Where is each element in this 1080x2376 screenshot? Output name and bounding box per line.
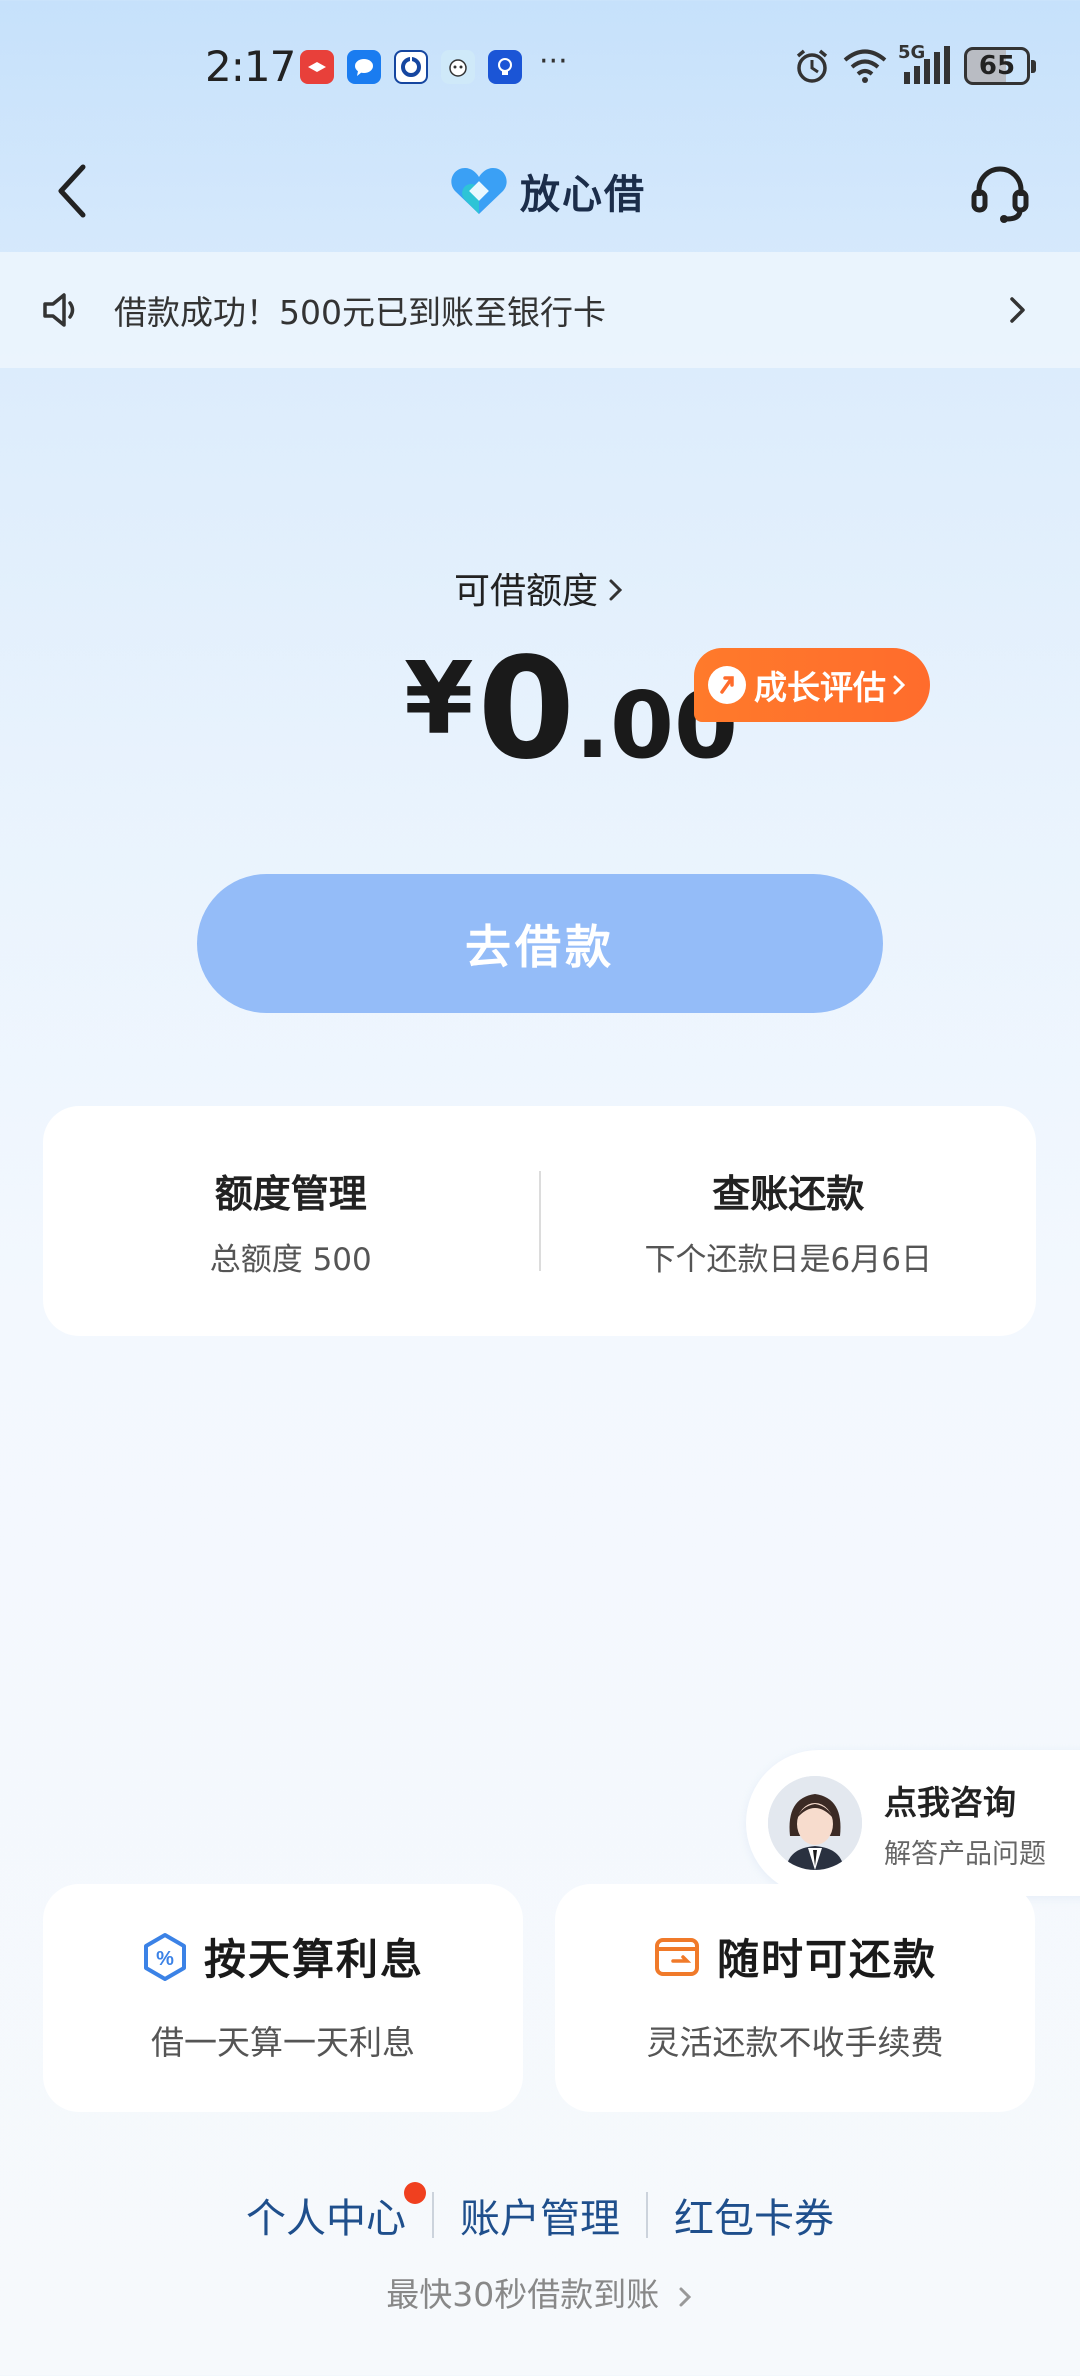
bank-app-icon (394, 50, 428, 84)
back-button[interactable] (38, 156, 108, 226)
agent-avatar (768, 1776, 862, 1870)
speaker-icon (43, 293, 75, 327)
message-app-icon (347, 50, 381, 84)
wallet-icon (654, 1937, 699, 1976)
notice-bar[interactable]: 借款成功！500元已到账至银行卡 (0, 252, 1080, 368)
chevron-right-icon (606, 573, 626, 614)
next-repayment-text: 下个还款日是6月6日 (644, 1242, 932, 1278)
amount-integer: 0 (477, 628, 576, 791)
battery-indicator: 65 (964, 47, 1036, 85)
growth-evaluation-label: 成长评估 (754, 668, 886, 707)
heart-logo-icon (451, 168, 507, 214)
svg-text:%: % (156, 1948, 174, 1970)
alarm-icon (796, 49, 828, 83)
chevron-right-icon (893, 675, 906, 695)
chevron-left-icon (58, 164, 86, 218)
more-notifications-icon: ··· (539, 43, 568, 79)
signal-icon: 5G (898, 42, 954, 86)
chevron-right-icon (679, 2287, 691, 2306)
available-limit-link[interactable]: 可借额度 (0, 562, 1080, 614)
personal-center-label: 个人中心 (246, 2196, 406, 2242)
personal-center-link[interactable]: 个人中心 (220, 2182, 432, 2244)
notification-icons: ··· (300, 44, 568, 84)
footer-tip-text: 最快30秒借款到账 (386, 2275, 660, 2314)
account-card: 额度管理 总额度 500 查账还款 下个还款日是6月6日 (43, 1106, 1036, 1336)
consult-button[interactable]: 点我咨询 解答产品问题 (746, 1750, 1080, 1896)
wifi-icon (843, 49, 887, 83)
header: 放心借 (0, 130, 1080, 252)
account-management-link[interactable]: 账户管理 (434, 2186, 646, 2244)
customer-service-button[interactable] (965, 158, 1035, 228)
brand-name: 放心借 (520, 172, 646, 218)
huawei-app-icon (300, 50, 334, 84)
limit-management-title: 额度管理 (214, 1172, 367, 1216)
feature-title: 按天算利息 (203, 1935, 424, 1984)
total-limit-text: 总额度 500 (209, 1242, 372, 1278)
notice-text: 借款成功！500元已到账至银行卡 (114, 293, 606, 332)
consult-subtitle: 解答产品问题 (884, 1838, 1046, 1870)
available-limit-label: 可借额度 (453, 571, 598, 612)
consult-text: 点我咨询 解答产品问题 (884, 1776, 1046, 1871)
system-icons: 5G 65 (792, 42, 1036, 86)
headset-icon (971, 166, 1029, 223)
borrow-button[interactable]: 去借款 (197, 874, 883, 1013)
repayment-entry[interactable]: 查账还款 下个还款日是6月6日 (541, 1163, 1037, 1279)
status-time: 2:17 (205, 42, 296, 91)
chevron-right-icon (1010, 297, 1025, 323)
footer-tip[interactable]: 最快30秒借款到账 (0, 2268, 1080, 2316)
feature-card-repay-anytime: 随时可还款 灵活还款不收手续费 (555, 1884, 1035, 2112)
feature-subtitle: 灵活还款不收手续费 (646, 2023, 944, 2062)
repayment-title: 查账还款 (712, 1172, 865, 1216)
currency-symbol: ¥ (404, 640, 474, 757)
status-bar: 2:17 ··· 5G 65 (0, 0, 1080, 130)
notification-dot (404, 2182, 426, 2204)
available-amount: ¥ 0 .00 (404, 640, 738, 781)
cartoon-app-icon (441, 50, 475, 84)
limit-management-entry[interactable]: 额度管理 总额度 500 (43, 1163, 539, 1279)
consult-title: 点我咨询 (884, 1782, 1016, 1822)
bulb-app-icon (488, 50, 522, 84)
percent-shield-icon: % (143, 1932, 186, 1981)
coupons-link[interactable]: 红包卡券 (648, 2186, 860, 2244)
growth-evaluation-button[interactable]: 成长评估 (694, 648, 930, 722)
battery-level: 65 (978, 51, 1016, 81)
feature-subtitle: 借一天算一天利息 (151, 2023, 415, 2062)
coupons-label: 红包卡券 (674, 2196, 834, 2242)
feature-title: 随时可还款 (716, 1935, 937, 1984)
growth-icon (708, 666, 746, 704)
brand-logo: 放心借 (450, 162, 646, 220)
account-management-label: 账户管理 (460, 2196, 620, 2242)
bottom-links: 个人中心 账户管理 红包卡券 (0, 2182, 1080, 2244)
feature-card-daily-interest: % 按天算利息 借一天算一天利息 (43, 1884, 523, 2112)
